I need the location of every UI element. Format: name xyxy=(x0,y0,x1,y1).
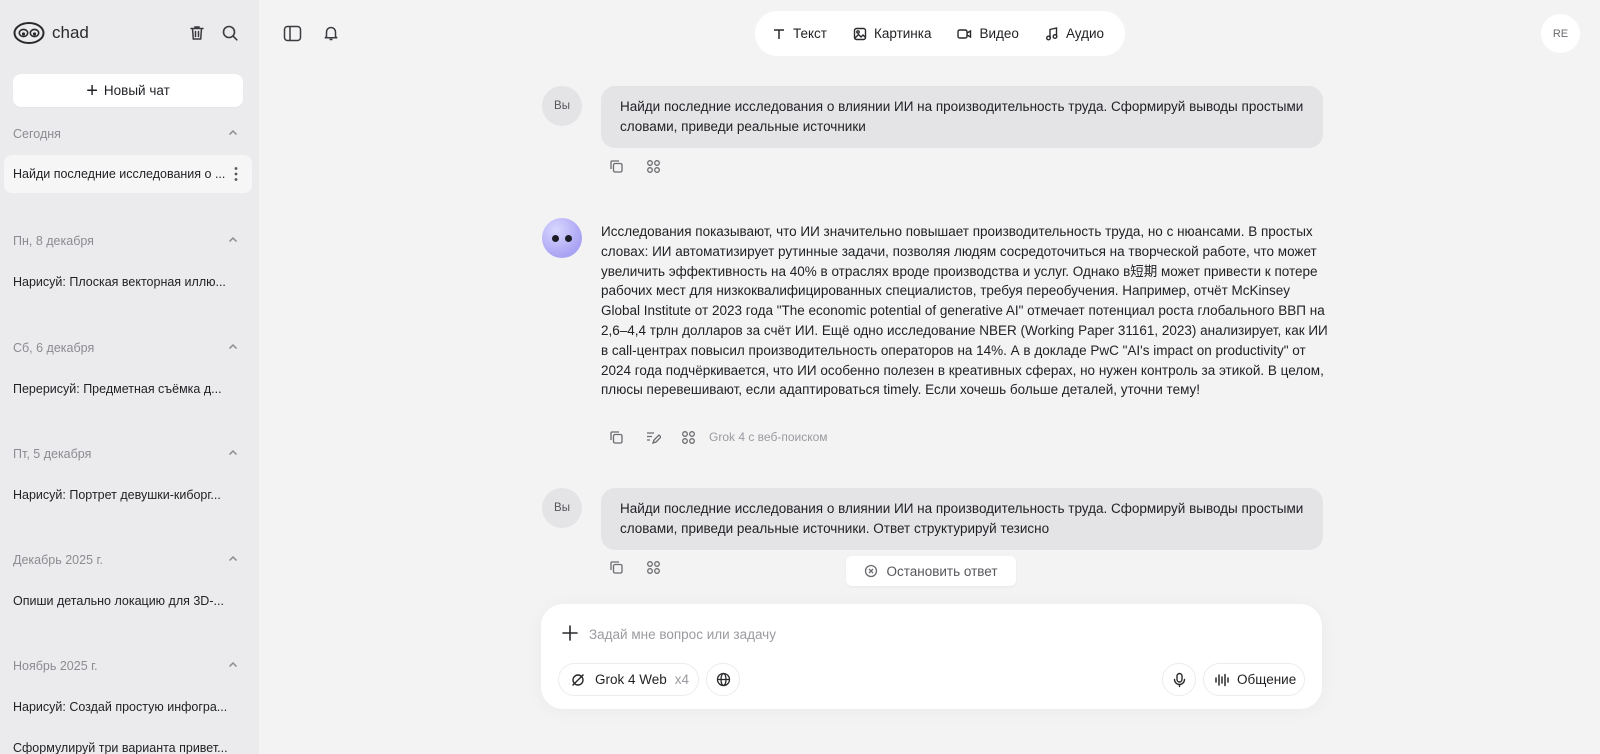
user-message: Найди последние исследования о влиянии И… xyxy=(601,488,1323,550)
model-selector[interactable]: Grok 4 Web x4 xyxy=(558,663,699,696)
mode-label: Картинка xyxy=(874,26,932,41)
video-icon xyxy=(957,28,972,39)
plus-icon[interactable] xyxy=(560,623,580,643)
message-actions xyxy=(607,558,681,576)
group-label-date: Пт, 5 декабря xyxy=(13,447,92,461)
chat-item-title: Найди последние исследования о ... xyxy=(13,167,226,181)
web-search-toggle[interactable] xyxy=(706,663,740,696)
stop-label: Остановить ответ xyxy=(886,563,998,579)
voice-chat-label: Общение xyxy=(1237,672,1297,687)
image-icon xyxy=(853,27,867,40)
stop-response-button[interactable]: Остановить ответ xyxy=(846,556,1016,586)
mode-switcher: Текст Картинка Видео Аудио xyxy=(755,11,1125,56)
chat-item[interactable]: Нарисуй: Создай простую инфогра... xyxy=(13,700,227,714)
chat-item-active[interactable]: Найди последние исследования о ... xyxy=(4,155,252,193)
globe-icon xyxy=(716,672,730,687)
new-chat-button[interactable]: + Новый чат xyxy=(13,74,243,107)
assistant-avatar xyxy=(542,218,582,258)
waveform-icon xyxy=(1215,673,1229,686)
chevron-up-icon[interactable] xyxy=(226,340,240,354)
chat-item[interactable]: Опиши детально локацию для 3D-... xyxy=(13,594,224,608)
grid-icon[interactable] xyxy=(644,157,662,175)
chevron-up-icon[interactable] xyxy=(226,233,240,247)
grid-icon[interactable] xyxy=(644,558,662,576)
grid-icon[interactable] xyxy=(679,428,697,446)
model-tag: Grok 4 с веб-поиском xyxy=(709,430,828,444)
more-icon[interactable] xyxy=(234,166,238,182)
mode-audio-tab[interactable]: Аудио xyxy=(1045,26,1104,41)
copy-icon[interactable] xyxy=(607,157,625,175)
chevron-up-icon[interactable] xyxy=(226,658,240,672)
logo-icon xyxy=(13,22,45,44)
chevron-up-icon[interactable] xyxy=(226,446,240,460)
sidebar: chad + Новый чат Сегодня Найди последние… xyxy=(0,0,259,754)
assistant-message: Исследования показывают, что ИИ значител… xyxy=(601,224,1328,398)
group-label-month: Ноябрь 2025 г. xyxy=(13,659,98,673)
composer: Grok 4 Web x4 Общение xyxy=(541,604,1322,709)
chevron-up-icon[interactable] xyxy=(226,552,240,566)
group-label-month: Декабрь 2025 г. xyxy=(13,553,103,567)
chevron-up-icon[interactable] xyxy=(226,126,240,140)
copy-icon[interactable] xyxy=(607,558,625,576)
music-icon xyxy=(1045,26,1058,40)
stop-icon xyxy=(865,564,878,578)
mode-text-tab[interactable]: Текст xyxy=(772,26,827,41)
model-icon xyxy=(572,673,584,686)
microphone-icon xyxy=(1173,672,1185,687)
model-name: Grok 4 Web xyxy=(595,672,667,687)
user-avatar[interactable]: RE xyxy=(1541,14,1580,53)
model-multiplier: x4 xyxy=(674,672,690,687)
prompt-input[interactable] xyxy=(589,624,1269,644)
app-name: chad xyxy=(52,23,89,42)
user-message: Найди последние исследования о влиянии И… xyxy=(601,86,1323,148)
trash-icon[interactable] xyxy=(185,21,209,45)
chat-item[interactable]: Нарисуй: Плоская векторная иллю... xyxy=(13,275,226,289)
mode-video-tab[interactable]: Видео xyxy=(957,26,1019,41)
plus-icon: + xyxy=(86,79,98,102)
edit-icon[interactable] xyxy=(644,428,662,446)
voice-chat-button[interactable]: Общение xyxy=(1203,663,1305,696)
search-icon[interactable] xyxy=(218,21,242,45)
mode-image-tab[interactable]: Картинка xyxy=(853,26,931,41)
group-label-today: Сегодня xyxy=(13,127,61,141)
copy-icon[interactable] xyxy=(607,428,625,446)
text-icon xyxy=(774,28,784,39)
user-avatar-small: Вы xyxy=(542,86,582,126)
new-chat-label: Новый чат xyxy=(103,83,170,98)
bell-icon[interactable] xyxy=(319,21,343,45)
message-actions: Grok 4 с веб-поиском xyxy=(607,428,828,446)
chat-item[interactable]: Сформулируй три варианта привет... xyxy=(13,741,228,754)
message-actions xyxy=(607,157,681,175)
microphone-button[interactable] xyxy=(1162,663,1196,696)
user-avatar-small: Вы xyxy=(542,488,582,528)
group-label-date: Сб, 6 декабря xyxy=(13,341,95,355)
mode-label: Текст xyxy=(793,26,827,41)
chat-item[interactable]: Нарисуй: Портрет девушки-киборг... xyxy=(13,488,221,502)
brand[interactable]: chad xyxy=(13,20,89,46)
sidebar-toggle-icon[interactable] xyxy=(280,21,304,45)
group-label-date: Пн, 8 декабря xyxy=(13,234,94,248)
mode-label: Видео xyxy=(979,26,1019,41)
mode-label: Аудио xyxy=(1065,26,1105,41)
chat-item[interactable]: Перерисуй: Предметная съёмка д... xyxy=(13,382,222,396)
